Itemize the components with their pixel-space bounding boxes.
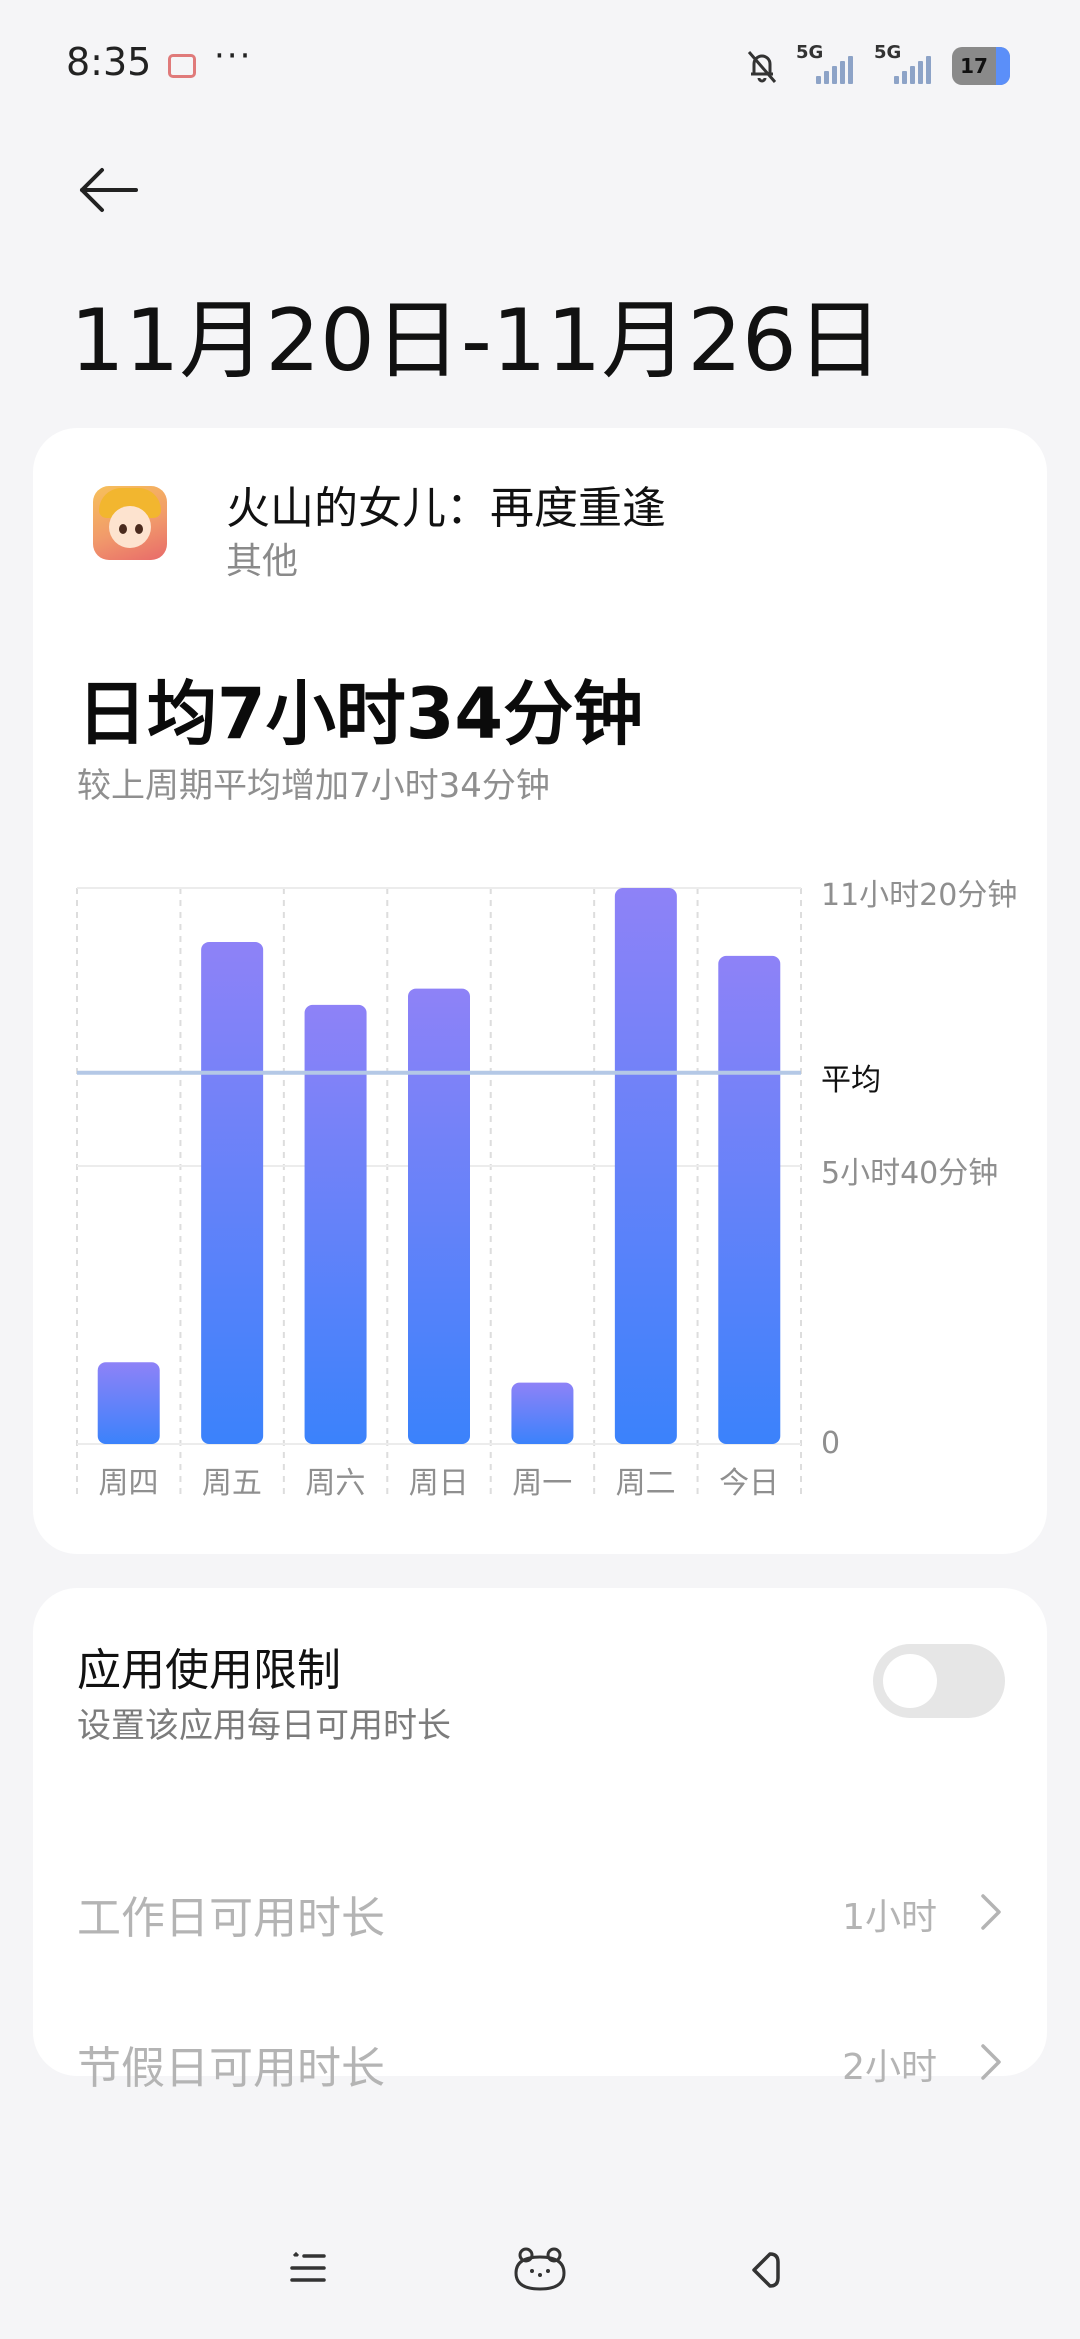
mascot-icon (514, 2247, 566, 2291)
y-tick-label: 0 (821, 1426, 841, 1461)
back-arrow-icon (80, 168, 138, 212)
page-title: 11月20日-11月26日 (70, 291, 883, 391)
holiday-limit-label: 节假日可用时长 (77, 2043, 385, 2094)
bar-6[interactable] (614, 888, 677, 1444)
bar-2[interactable] (201, 941, 264, 1444)
weekday-limit-label: 工作日可用时长 (77, 1893, 385, 1944)
usage-limit-card: 应用使用限制 设置该应用每日可用时长 工作日可用时长 1小时 节假日可用时长 2… (33, 1588, 1047, 2094)
holiday-limit-value: 2小时 (842, 2047, 937, 2088)
home-button[interactable] (500, 2230, 580, 2310)
bar-4[interactable] (408, 988, 470, 1444)
back-gesture-icon (752, 2252, 780, 2288)
x-tick-label: 周日 (408, 1466, 469, 1501)
more-notifications-icon: ··· (214, 36, 253, 76)
status-bar: 8:35 ··· 5G 5G 17 (0, 0, 1080, 130)
x-tick-label: 周一 (512, 1466, 573, 1501)
y-tick-label: 11小时20分钟 (821, 878, 1018, 913)
weekday-limit-value: 1小时 (842, 1897, 937, 1938)
chart-canvas (76, 887, 802, 1496)
usage-stats-card: 火山的女儿：再度重逢 其他 日均7小时34分钟 较上周期平均增加7小时34分钟 … (33, 428, 1047, 1554)
average-label: 平均 (821, 1062, 881, 1098)
holiday-limit-row[interactable]: 节假日可用时长 2小时 (33, 2002, 1047, 2122)
x-tick-label: 周五 (201, 1466, 262, 1501)
signal-bars-2-icon (894, 56, 931, 84)
x-tick-label: 今日 (719, 1466, 780, 1501)
battery-level: 17 (960, 54, 988, 78)
toggle-knob (883, 1654, 937, 1708)
status-indicators: 5G 5G 17 (742, 42, 1010, 88)
bottom-navigation (0, 2230, 1080, 2310)
signal-5g-2: 5G (874, 42, 938, 86)
bar-5[interactable] (511, 1382, 574, 1444)
back-gesture-button[interactable] (726, 2230, 806, 2310)
bar-1[interactable] (97, 1362, 160, 1444)
limit-subtitle: 设置该应用每日可用时长 (77, 1706, 451, 1746)
x-tick-label: 周二 (615, 1466, 676, 1501)
usage-limit-toggle[interactable] (873, 1644, 1005, 1718)
signal-bars-1-icon (816, 56, 853, 84)
x-tick-label: 周四 (98, 1466, 159, 1501)
battery-icon: 17 (952, 47, 1010, 85)
signal-5g-1: 5G (796, 42, 860, 86)
chevron-right-icon (981, 2044, 1001, 2080)
menu-list-button[interactable] (268, 2230, 348, 2310)
weekday-limit-row[interactable]: 工作日可用时长 1小时 (33, 1852, 1047, 1972)
back-button[interactable] (70, 150, 150, 230)
status-time: 8:35 (66, 40, 152, 84)
bell-muted-icon (742, 46, 782, 86)
list-icon (290, 2251, 326, 2282)
bar-7[interactable] (718, 955, 781, 1444)
limit-title: 应用使用限制 (77, 1645, 341, 1696)
bar-3[interactable] (304, 1004, 367, 1444)
notification-app-icon (168, 54, 196, 78)
x-tick-label: 周六 (305, 1466, 366, 1501)
chevron-right-icon (981, 1894, 1001, 1930)
y-tick-label: 5小时40分钟 (821, 1156, 999, 1191)
